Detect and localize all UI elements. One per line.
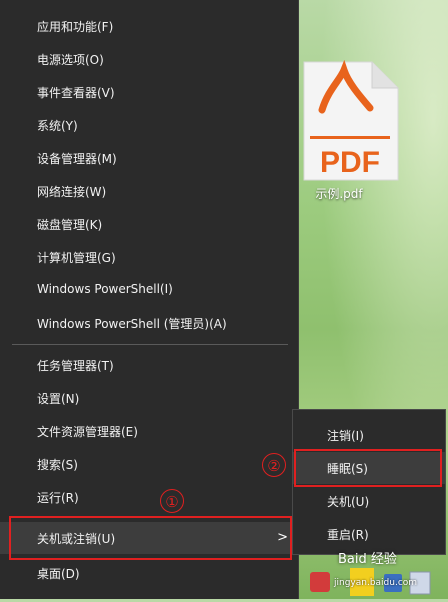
submenu-item-restart[interactable]: 重启(R)	[293, 518, 445, 550]
menu-item-label: 搜索(S)	[37, 458, 78, 472]
menu-item-powershell-admin[interactable]: Windows PowerShell (管理员)(A)	[0, 307, 298, 339]
menu-item-label: 应用和功能(F)	[37, 20, 114, 34]
menu-item-settings[interactable]: 设置(N)	[0, 382, 298, 414]
submenu-item-label: 重启(R)	[327, 528, 369, 542]
menu-item-disk-management[interactable]: 磁盘管理(K)	[0, 208, 298, 240]
menu-item-network-connections[interactable]: 网络连接(W)	[0, 175, 298, 207]
submenu-item-shutdown[interactable]: 关机(U)	[293, 485, 445, 517]
menu-item-label: 计算机管理(G)	[37, 251, 116, 265]
menu-item-power-options[interactable]: 电源选项(O)	[0, 43, 298, 75]
menu-item-label: 事件查看器(V)	[37, 86, 115, 100]
annotation-highlight-shutdown	[9, 516, 292, 560]
menu-item-label: 文件资源管理器(E)	[37, 425, 138, 439]
menu-item-label: 系统(Y)	[37, 119, 78, 133]
menu-item-device-manager[interactable]: 设备管理器(M)	[0, 142, 298, 174]
menu-item-task-manager[interactable]: 任务管理器(T)	[0, 349, 298, 381]
menu-item-label: Windows PowerShell(I)	[37, 282, 173, 296]
baidu-watermark: Baid 经验	[338, 552, 397, 567]
menu-item-computer-management[interactable]: 计算机管理(G)	[0, 241, 298, 273]
submenu-item-signout[interactable]: 注销(I)	[293, 419, 445, 451]
menu-item-event-viewer[interactable]: 事件查看器(V)	[0, 76, 298, 108]
menu-item-label: 运行(R)	[37, 491, 79, 505]
menu-item-powershell[interactable]: Windows PowerShell(I)	[0, 274, 298, 306]
menu-item-label: 磁盘管理(K)	[37, 218, 103, 232]
menu-item-label: 设置(N)	[37, 392, 80, 406]
pdf-file-label[interactable]: 示例.pdf	[304, 185, 374, 202]
menu-item-file-explorer[interactable]: 文件资源管理器(E)	[0, 415, 298, 447]
app-icon[interactable]	[310, 572, 330, 592]
menu-item-label: 网络连接(W)	[37, 185, 107, 199]
winx-context-menu: 应用和功能(F) 电源选项(O) 事件查看器(V) 系统(Y) 设备管理器(M)…	[0, 0, 299, 599]
menu-item-label: 任务管理器(T)	[37, 359, 114, 373]
menu-item-apps-features[interactable]: 应用和功能(F)	[0, 10, 298, 42]
menu-item-label: 电源选项(O)	[37, 53, 104, 67]
menu-item-system[interactable]: 系统(Y)	[0, 109, 298, 141]
pdf-file-icon[interactable]: PDF	[300, 59, 400, 182]
annotation-highlight-sleep	[294, 449, 442, 487]
menu-divider	[12, 344, 288, 345]
menu-item-desktop[interactable]: 桌面(D)	[0, 557, 298, 589]
menu-item-run[interactable]: 运行(R)	[0, 481, 298, 513]
annotation-step-1: ①	[160, 489, 184, 513]
baidu-watermark-site: jingyan.baidu.com	[334, 578, 418, 588]
submenu-item-label: 关机(U)	[327, 495, 370, 509]
menu-item-search[interactable]: 搜索(S)	[0, 448, 298, 480]
annotation-step-2: ②	[262, 453, 286, 477]
menu-item-label: 设备管理器(M)	[37, 152, 117, 166]
submenu-item-label: 注销(I)	[327, 429, 364, 443]
menu-item-label: 桌面(D)	[37, 567, 80, 581]
pdf-icon-text: PDF	[320, 146, 380, 179]
menu-item-label: Windows PowerShell (管理员)(A)	[37, 317, 227, 331]
